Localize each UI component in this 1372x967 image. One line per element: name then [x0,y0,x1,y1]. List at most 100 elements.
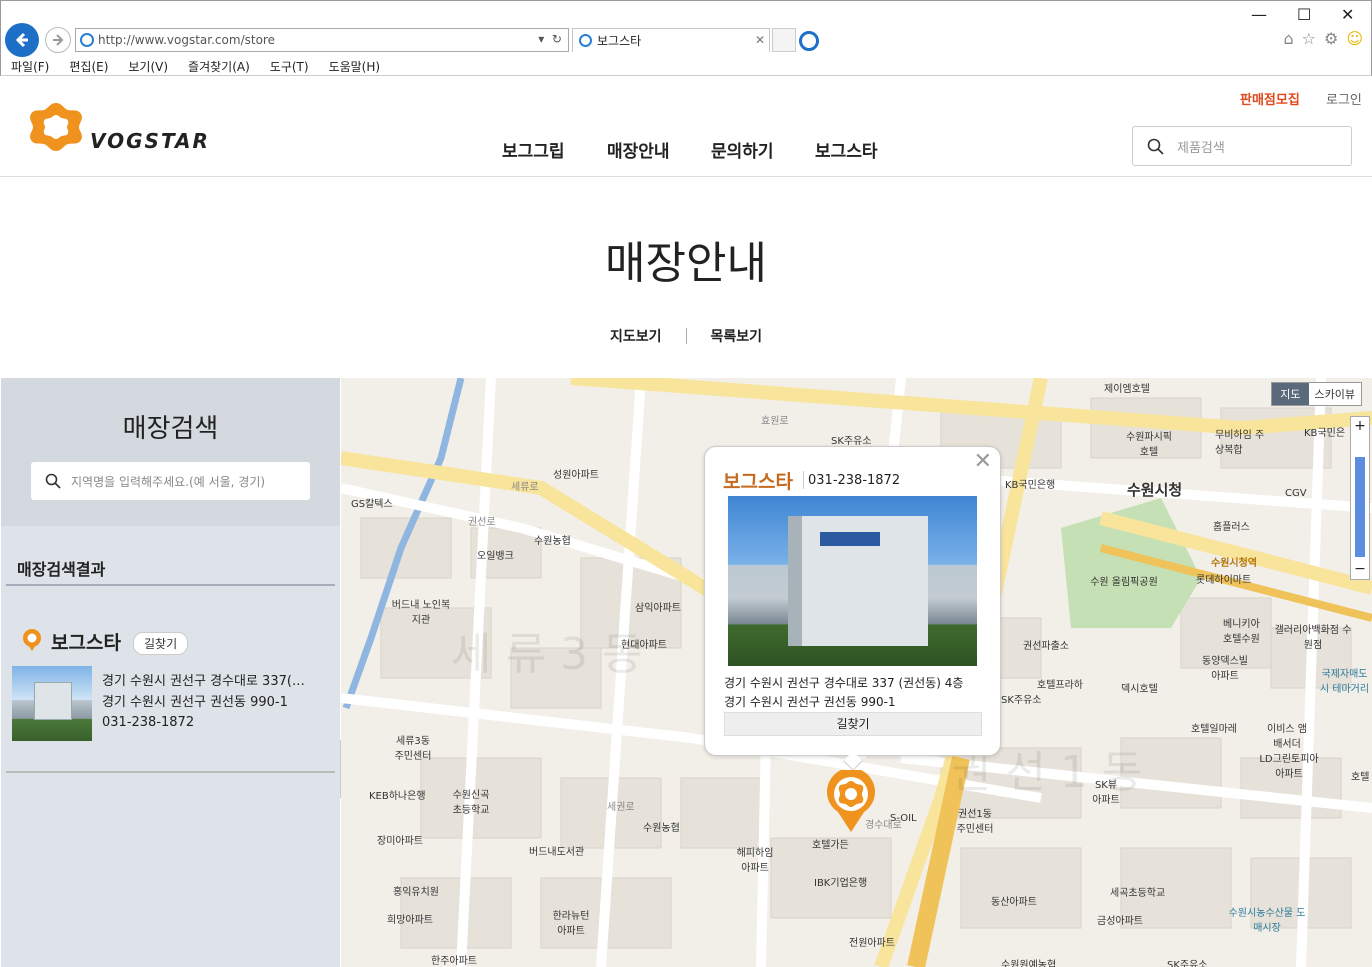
map-label[interactable]: 수원농협 [534,532,571,547]
map-label[interactable]: 버드내도서관 [529,843,584,858]
map-label[interactable]: 장미아파트 [377,832,423,847]
map-label[interactable]: 갤러리아백화점 수원점 [1273,621,1353,651]
map-label[interactable]: 호텔일마레 [1191,720,1237,735]
map-label[interactable]: CGV [1285,488,1307,499]
map-label[interactable]: 성원아파트 [553,466,599,481]
zoom-slider[interactable] [1355,457,1365,557]
refresh-icon[interactable]: ▾ ↻ [538,32,562,46]
map-label[interactable]: 호텔 [1351,768,1369,783]
map-label[interactable]: SK뷰 아파트 [1091,776,1121,806]
road-label: 권선로 [468,517,496,528]
map-label[interactable]: 한주아파트 [431,952,477,967]
map-label[interactable]: 권선파출소 [1023,637,1069,652]
menu-help[interactable]: 도움말(H) [319,56,391,76]
edge-icon[interactable] [799,31,819,51]
close-icon[interactable]: ✕ [974,449,992,474]
map-label[interactable]: LD그린토피아 아파트 [1257,750,1321,780]
map-label[interactable]: 희망아파트 [387,911,433,926]
map-label[interactable]: 호텔프라하 [1037,676,1083,691]
zoom-out-button[interactable]: − [1351,561,1369,579]
map-label[interactable]: IBK기업은행 [814,874,867,889]
map-label[interactable]: GS칼텍스 [351,495,393,510]
map-label[interactable]: 수원파시픽 호텔 [1121,428,1177,458]
gear-icon[interactable]: ⚙ [1324,29,1338,48]
map-label[interactable]: SK주유소 [1167,956,1208,967]
map-label[interactable]: 베니키아 호텔수원 [1223,615,1269,645]
menu-file[interactable]: 파일(F) [1,56,59,76]
station-label[interactable]: 수원시청역 [1211,554,1257,569]
nav-store-info[interactable]: 매장안내 [607,137,670,162]
nav-vogstar[interactable]: 보그스타 [815,137,878,162]
map-label[interactable]: 버드내 노인복지관 [391,596,451,626]
menu-tools[interactable]: 도구(T) [260,56,319,76]
map-label[interactable]: 홍익유치원 [393,883,439,898]
map-label[interactable]: 오일뱅크 [477,547,514,562]
maximize-icon[interactable]: ☐ [1297,5,1311,24]
vogstar-logo-icon[interactable] [28,101,84,151]
map-label[interactable]: 동산아파트 [991,893,1037,908]
nav-vogrip[interactable]: 보그그립 [502,137,565,162]
map-label[interactable]: 홈플러스 [1213,518,1250,533]
map-label[interactable]: 덱시호텔 [1121,680,1158,695]
new-tab-button[interactable] [772,28,796,52]
close-window-icon[interactable]: ✕ [1341,5,1354,24]
map-label[interactable]: 국제자매도시 테마거리 [1317,665,1372,695]
map-type-map[interactable]: 지도 [1272,383,1309,405]
close-tab-icon[interactable]: ✕ [755,33,765,47]
map-label[interactable]: 수원농협 [643,819,680,834]
menu-favorites[interactable]: 즐겨찾기(A) [178,56,260,76]
map-label[interactable]: KB국민은 [1304,424,1345,439]
menu-edit[interactable]: 편집(E) [59,56,118,76]
map-label[interactable]: 해피하임 아파트 [733,844,777,874]
home-icon[interactable]: ⌂ [1283,29,1293,48]
map-label[interactable]: 전원아파트 [849,934,895,949]
map-label[interactable]: 한라뉴턴 아파트 [549,907,593,937]
menu-view[interactable]: 보기(V) [118,56,178,76]
map-label[interactable]: 권선1동 주민센터 [953,805,997,835]
map-label[interactable]: 금성아파트 [1097,912,1143,927]
recruit-link[interactable]: 판매점모집 [1240,89,1300,108]
store-name[interactable]: 보그스타 [51,628,121,655]
login-link[interactable]: 로그인 [1326,89,1362,108]
directions-button[interactable]: 길찾기 [133,632,189,655]
map-label[interactable]: 삼익아파트 [635,599,681,614]
map-label[interactable]: 수원 올림픽공원 [1089,573,1159,588]
browser-tab[interactable]: 보그스타 ✕ [572,28,770,52]
map-label[interactable]: KB국민은행 [1005,476,1055,491]
smiley-icon[interactable]: ☺ [1346,29,1363,48]
logo-wordmark[interactable]: VOGSTAR [90,129,210,153]
store-marker-icon[interactable] [824,770,878,834]
zoom-in-button[interactable]: + [1351,417,1369,435]
favorites-icon[interactable]: ☆ [1302,29,1316,48]
forward-button[interactable] [45,27,71,53]
map-label[interactable]: SK주유소 [831,432,872,447]
map-label[interactable]: SK주유소 [1001,691,1042,706]
map-label[interactable]: 이비스 앰배서더 [1265,720,1309,750]
map-label[interactable]: 롯데하이마트 [1196,571,1251,586]
search-icon[interactable] [1147,138,1165,156]
map-label[interactable]: 동양덱스빌 아파트 [1197,652,1253,682]
search-icon[interactable] [45,473,61,489]
map-label[interactable]: 호텔가든 [812,836,849,851]
map-label[interactable]: 세류3동 주민센터 [391,732,435,762]
map-label[interactable]: 수원원예농협 [1001,956,1056,967]
map-type-skyview[interactable]: 스카이뷰 [1308,383,1361,405]
map-label[interactable]: 수원시청 [1127,479,1182,500]
info-directions-button[interactable]: 길찾기 [724,712,982,736]
map-label[interactable]: 현대아파트 [621,636,667,651]
map-view-link[interactable]: 지도보기 [586,326,686,346]
region-search-input[interactable]: 지역명을 입력해주세요.(예 서울, 경기) [31,462,310,500]
product-search-input[interactable]: 제품검색 [1132,126,1352,166]
back-button[interactable] [5,23,39,57]
minimize-icon[interactable]: — [1251,5,1267,24]
map-label[interactable]: 무비하임 주상복합 [1215,426,1265,456]
store-thumbnail[interactable] [12,666,92,741]
nav-inquiry[interactable]: 문의하기 [711,137,774,162]
map-label[interactable]: 수원신곡 초등학교 [449,786,493,816]
map-label[interactable]: 세곡초등학교 [1110,884,1165,899]
address-bar[interactable]: http://www.vogstar.com/store ▾ ↻ [75,28,569,52]
map-label[interactable]: KEB하나은행 [369,787,426,802]
map-label[interactable]: 수원시농수산물 도매시장 [1225,904,1309,934]
map-label[interactable]: 제이엠호텔 [1104,380,1150,395]
list-view-link[interactable]: 목록보기 [687,326,787,346]
